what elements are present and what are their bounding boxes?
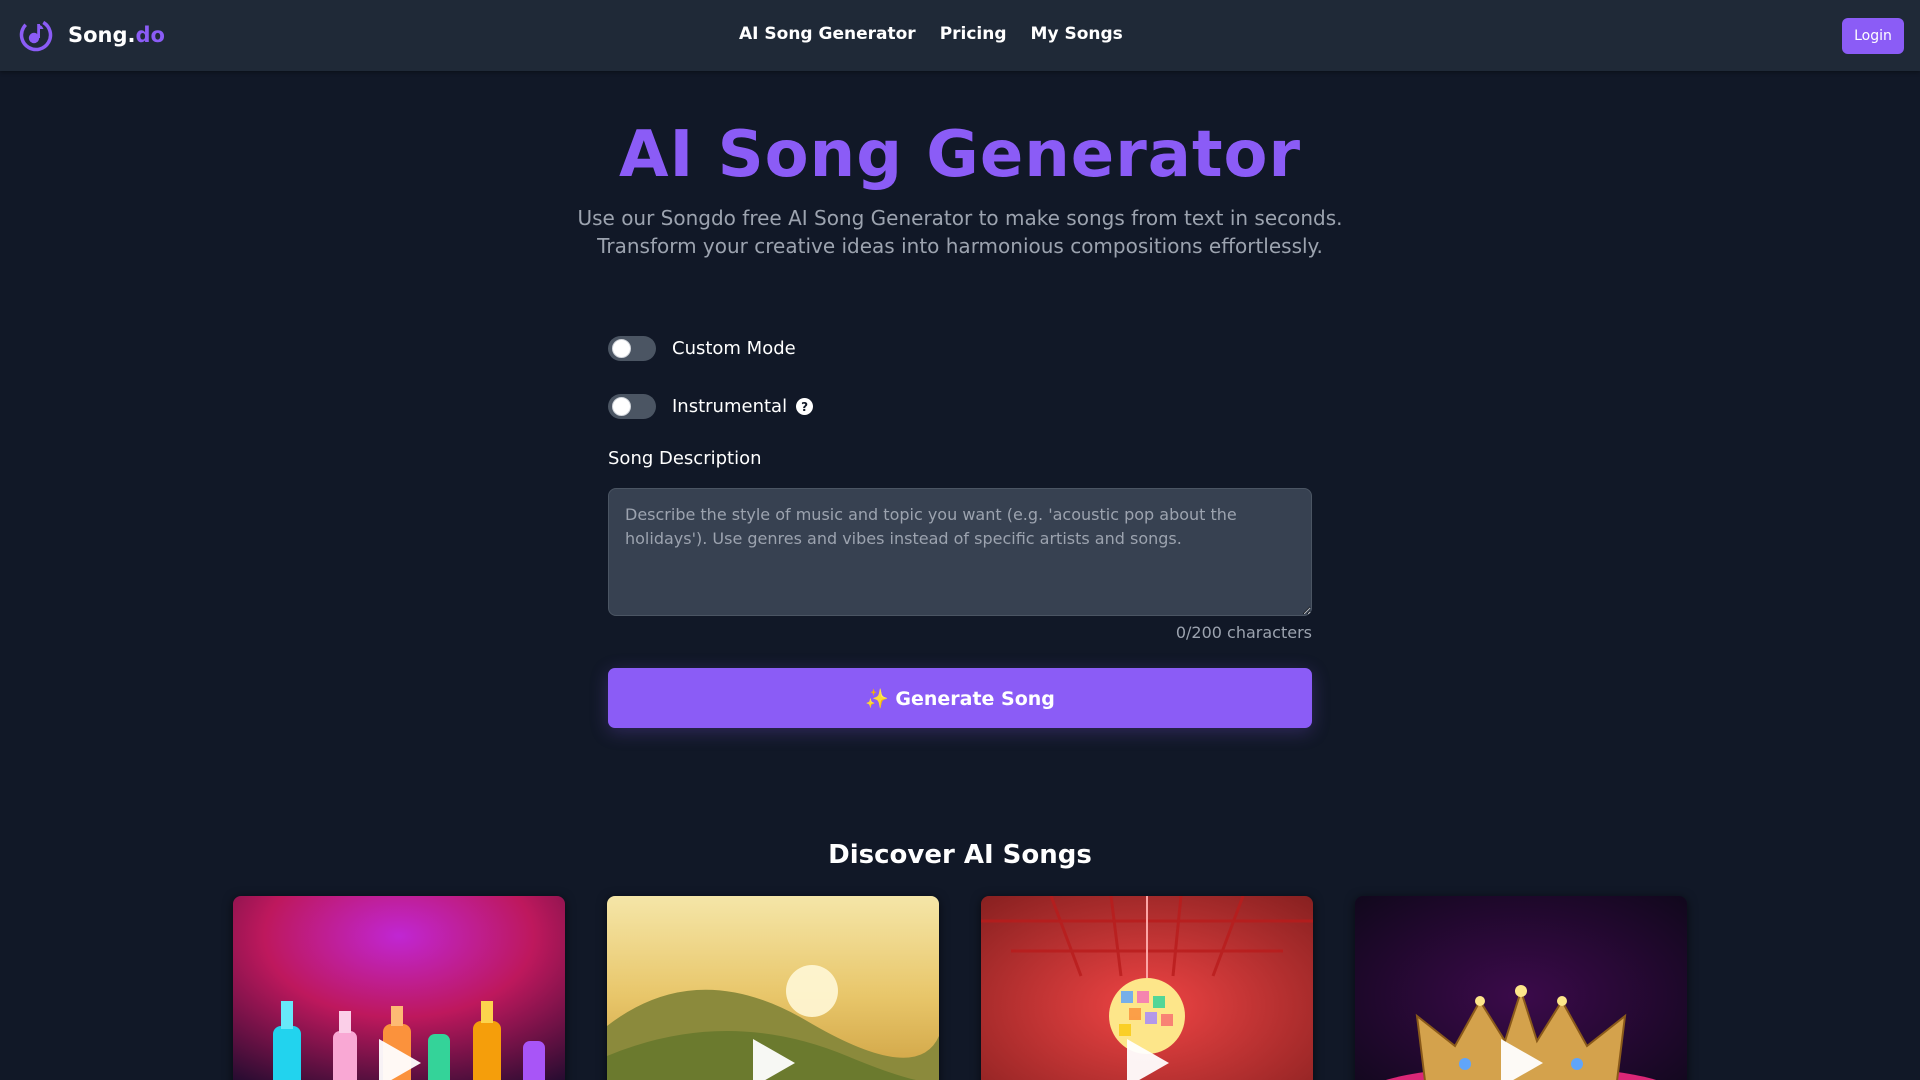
subtitle-line-2: Transform your creative ideas into harmo… xyxy=(597,234,1323,258)
instrumental-toggle[interactable] xyxy=(608,394,656,419)
nav-ai-song-generator[interactable]: AI Song Generator xyxy=(739,24,916,44)
music-note-logo-icon xyxy=(19,18,53,52)
song-description-input[interactable] xyxy=(608,488,1312,616)
song-card[interactable] xyxy=(607,896,939,1080)
instrumental-label: Instrumental xyxy=(672,396,788,417)
nav-pricing[interactable]: Pricing xyxy=(940,24,1007,44)
instrumental-row: Instrumental ? xyxy=(608,394,814,419)
logo[interactable]: Song.do xyxy=(19,18,165,52)
help-icon[interactable]: ? xyxy=(796,398,814,415)
main-nav: AI Song Generator Pricing My Songs xyxy=(739,24,1147,44)
generate-song-button[interactable]: ✨ Generate Song xyxy=(608,668,1312,728)
custom-mode-toggle[interactable] xyxy=(608,336,656,361)
song-card[interactable] xyxy=(981,896,1313,1080)
custom-mode-label: Custom Mode xyxy=(672,338,796,359)
page-title: AI Song Generator xyxy=(618,118,1302,192)
toggle-knob xyxy=(612,339,631,358)
subtitle-line-1: Use our Songdo free AI Song Generator to… xyxy=(577,206,1343,230)
song-card[interactable] xyxy=(233,896,565,1080)
page-subtitle: Use our Songdo free AI Song Generator to… xyxy=(0,204,1920,260)
discover-section-title: Discover AI Songs xyxy=(828,840,1092,870)
toggle-knob xyxy=(612,397,631,416)
play-icon[interactable] xyxy=(753,1039,795,1080)
song-description-label: Song Description xyxy=(608,448,762,469)
play-icon[interactable] xyxy=(1501,1039,1543,1080)
login-button[interactable]: Login xyxy=(1842,18,1904,54)
song-card[interactable] xyxy=(1355,896,1687,1080)
play-icon[interactable] xyxy=(1127,1039,1169,1080)
character-counter: 0/200 characters xyxy=(1175,623,1312,642)
play-icon[interactable] xyxy=(379,1039,421,1080)
logo-text: Song.do xyxy=(68,23,165,47)
top-navbar: Song.do AI Song Generator Pricing My Son… xyxy=(0,0,1920,71)
nav-my-songs[interactable]: My Songs xyxy=(1031,24,1123,44)
custom-mode-row: Custom Mode xyxy=(608,336,796,361)
